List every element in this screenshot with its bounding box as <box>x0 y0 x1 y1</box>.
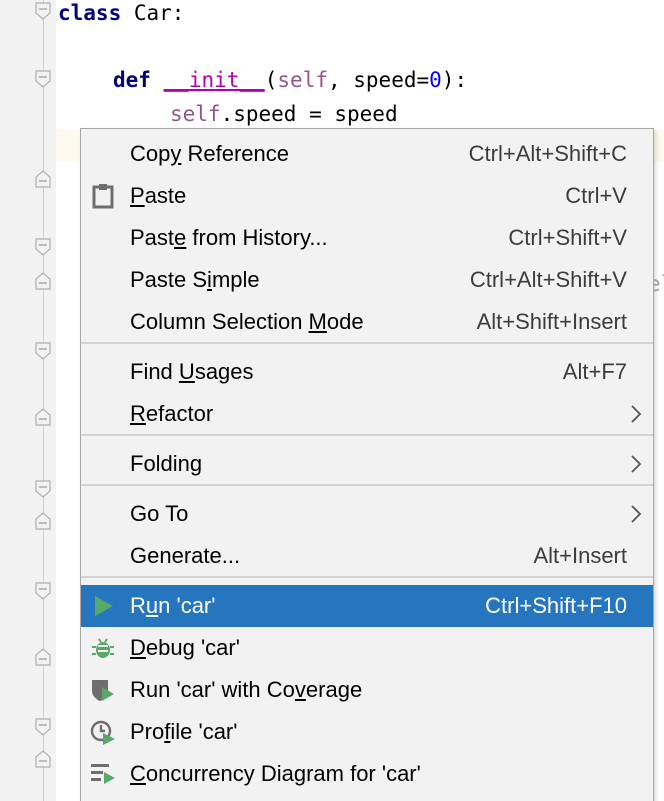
fold-open-icon[interactable] <box>35 238 51 256</box>
context-menu[interactable]: Copy Reference Ctrl+Alt+Shift+C Paste Ctrl+… <box>80 128 654 801</box>
fold-open-icon[interactable] <box>35 70 51 88</box>
menu-item-find-usages[interactable]: Find Usages Alt+F7 <box>81 351 653 393</box>
profile-icon <box>89 718 117 746</box>
fold-open-icon[interactable] <box>35 480 51 498</box>
menu-item-label: Copy Reference <box>130 141 289 166</box>
code-line-class[interactable]: class Car: <box>58 0 184 26</box>
fold-close-icon[interactable] <box>35 170 51 188</box>
debug-icon <box>89 634 117 662</box>
menu-item-shortcut: Alt+F7 <box>562 359 627 384</box>
menu-item-label: Run 'car' with Coverage <box>130 677 363 702</box>
fold-close-icon[interactable] <box>35 408 51 426</box>
keyword-def: def <box>113 68 151 92</box>
menu-separator <box>81 342 653 344</box>
class-name: Car: <box>121 1 185 25</box>
clipboard-icon <box>89 182 117 210</box>
keyword-class: class <box>58 1 122 25</box>
run-icon <box>89 592 117 620</box>
editor-gutter <box>0 0 56 801</box>
coverage-icon <box>89 676 117 704</box>
menu-item-label: Folding <box>130 451 203 476</box>
fold-open-icon[interactable] <box>35 2 51 20</box>
menu-item-concurrency-diagram-for-car[interactable]: Concurrency Diagram for 'car' <box>81 753 653 795</box>
menu-separator <box>81 484 653 486</box>
fold-open-icon[interactable] <box>35 718 51 736</box>
mnemonic-letter: e <box>174 225 187 250</box>
menu-separator <box>81 576 653 578</box>
menu-item-shortcut: Alt+Shift+Insert <box>476 309 627 334</box>
menu-item-shortcut: Ctrl+Alt+Shift+C <box>468 141 627 166</box>
menu-item-copy-reference[interactable]: Copy Reference Ctrl+Alt+Shift+C <box>81 133 653 175</box>
mnemonic-letter: P <box>130 183 145 208</box>
menu-item-generate[interactable]: Generate... Alt+Insert <box>81 535 653 577</box>
fold-close-icon[interactable] <box>35 512 51 530</box>
mnemonic-letter: M <box>308 309 327 334</box>
menu-item-label: Run 'car' <box>130 593 216 618</box>
fold-guide-line <box>43 0 44 801</box>
mnemonic-letter: y <box>170 141 182 166</box>
code-line-assign[interactable]: self.speed = speed <box>170 101 398 127</box>
menu-item-label: Column Selection Mode <box>130 309 364 334</box>
mnemonic-letter: v <box>294 677 306 702</box>
menu-item-paste[interactable]: Paste Ctrl+V <box>81 175 653 217</box>
fold-close-icon[interactable] <box>35 272 51 290</box>
fold-open-icon[interactable] <box>35 582 51 600</box>
menu-item-label: Paste Simple <box>130 267 260 292</box>
fold-close-icon[interactable] <box>35 648 51 666</box>
self-ref: self <box>170 102 221 126</box>
function-name: __init__ <box>163 68 265 92</box>
menu-item-label: Find Usages <box>130 359 254 384</box>
menu-item-shortcut: Ctrl+Shift+F10 <box>485 593 627 618</box>
menu-item-column-selection-mode[interactable]: Column Selection Mode Alt+Shift+Insert <box>81 301 653 343</box>
menu-item-shortcut: Ctrl+Shift+V <box>508 225 627 250</box>
menu-item-go-to[interactable]: Go To <box>81 493 653 535</box>
self-param: self <box>277 68 328 92</box>
menu-item-label: Refactor <box>130 401 214 426</box>
menu-item-label: Concurrency Diagram for 'car' <box>130 761 421 786</box>
menu-item-label: Profile 'car' <box>130 719 238 744</box>
concurrency-icon <box>89 760 117 788</box>
chevron-right-icon <box>629 453 643 475</box>
fold-close-icon[interactable] <box>35 750 51 768</box>
menu-item-run-car-with-coverage[interactable]: Run 'car' with Coverage <box>81 669 653 711</box>
menu-item-label: Go To <box>130 501 189 526</box>
menu-item-label: Paste <box>130 183 187 208</box>
code-line-def[interactable]: def __init__(self, speed=0): <box>113 67 467 93</box>
mnemonic-letter: U <box>178 359 195 384</box>
menu-item-profile-car[interactable]: Profile 'car' <box>81 711 653 753</box>
menu-item-folding[interactable]: Folding <box>81 443 653 485</box>
mnemonic-letter: R <box>130 401 146 426</box>
mnemonic-letter: u <box>145 593 159 618</box>
menu-separator <box>81 434 653 436</box>
menu-item-paste-from-history[interactable]: Paste from History... Ctrl+Shift+V <box>81 217 653 259</box>
fold-open-icon[interactable] <box>35 342 51 360</box>
menu-item-label: Paste from History... <box>130 225 328 250</box>
menu-item-label: Debug 'car' <box>130 635 240 660</box>
mnemonic-letter: C <box>130 761 146 786</box>
chevron-right-icon <box>629 503 643 525</box>
menu-item-refactor[interactable]: Refactor <box>81 393 653 435</box>
menu-item-label: Generate... <box>130 543 241 568</box>
mnemonic-letter: D <box>130 635 146 660</box>
menu-item-shortcut: Ctrl+V <box>565 183 627 208</box>
menu-item-debug-car[interactable]: Debug 'car' <box>81 627 653 669</box>
menu-item-shortcut: Ctrl+Alt+Shift+V <box>469 267 627 292</box>
menu-item-run-car[interactable]: Run 'car' Ctrl+Shift+F10 <box>81 585 653 627</box>
chevron-right-icon <box>629 403 643 425</box>
menu-item-shortcut: Alt+Insert <box>533 543 627 568</box>
default-value: 0 <box>429 68 442 92</box>
menu-item-paste-simple[interactable]: Paste Simple Ctrl+Alt+Shift+V <box>81 259 653 301</box>
